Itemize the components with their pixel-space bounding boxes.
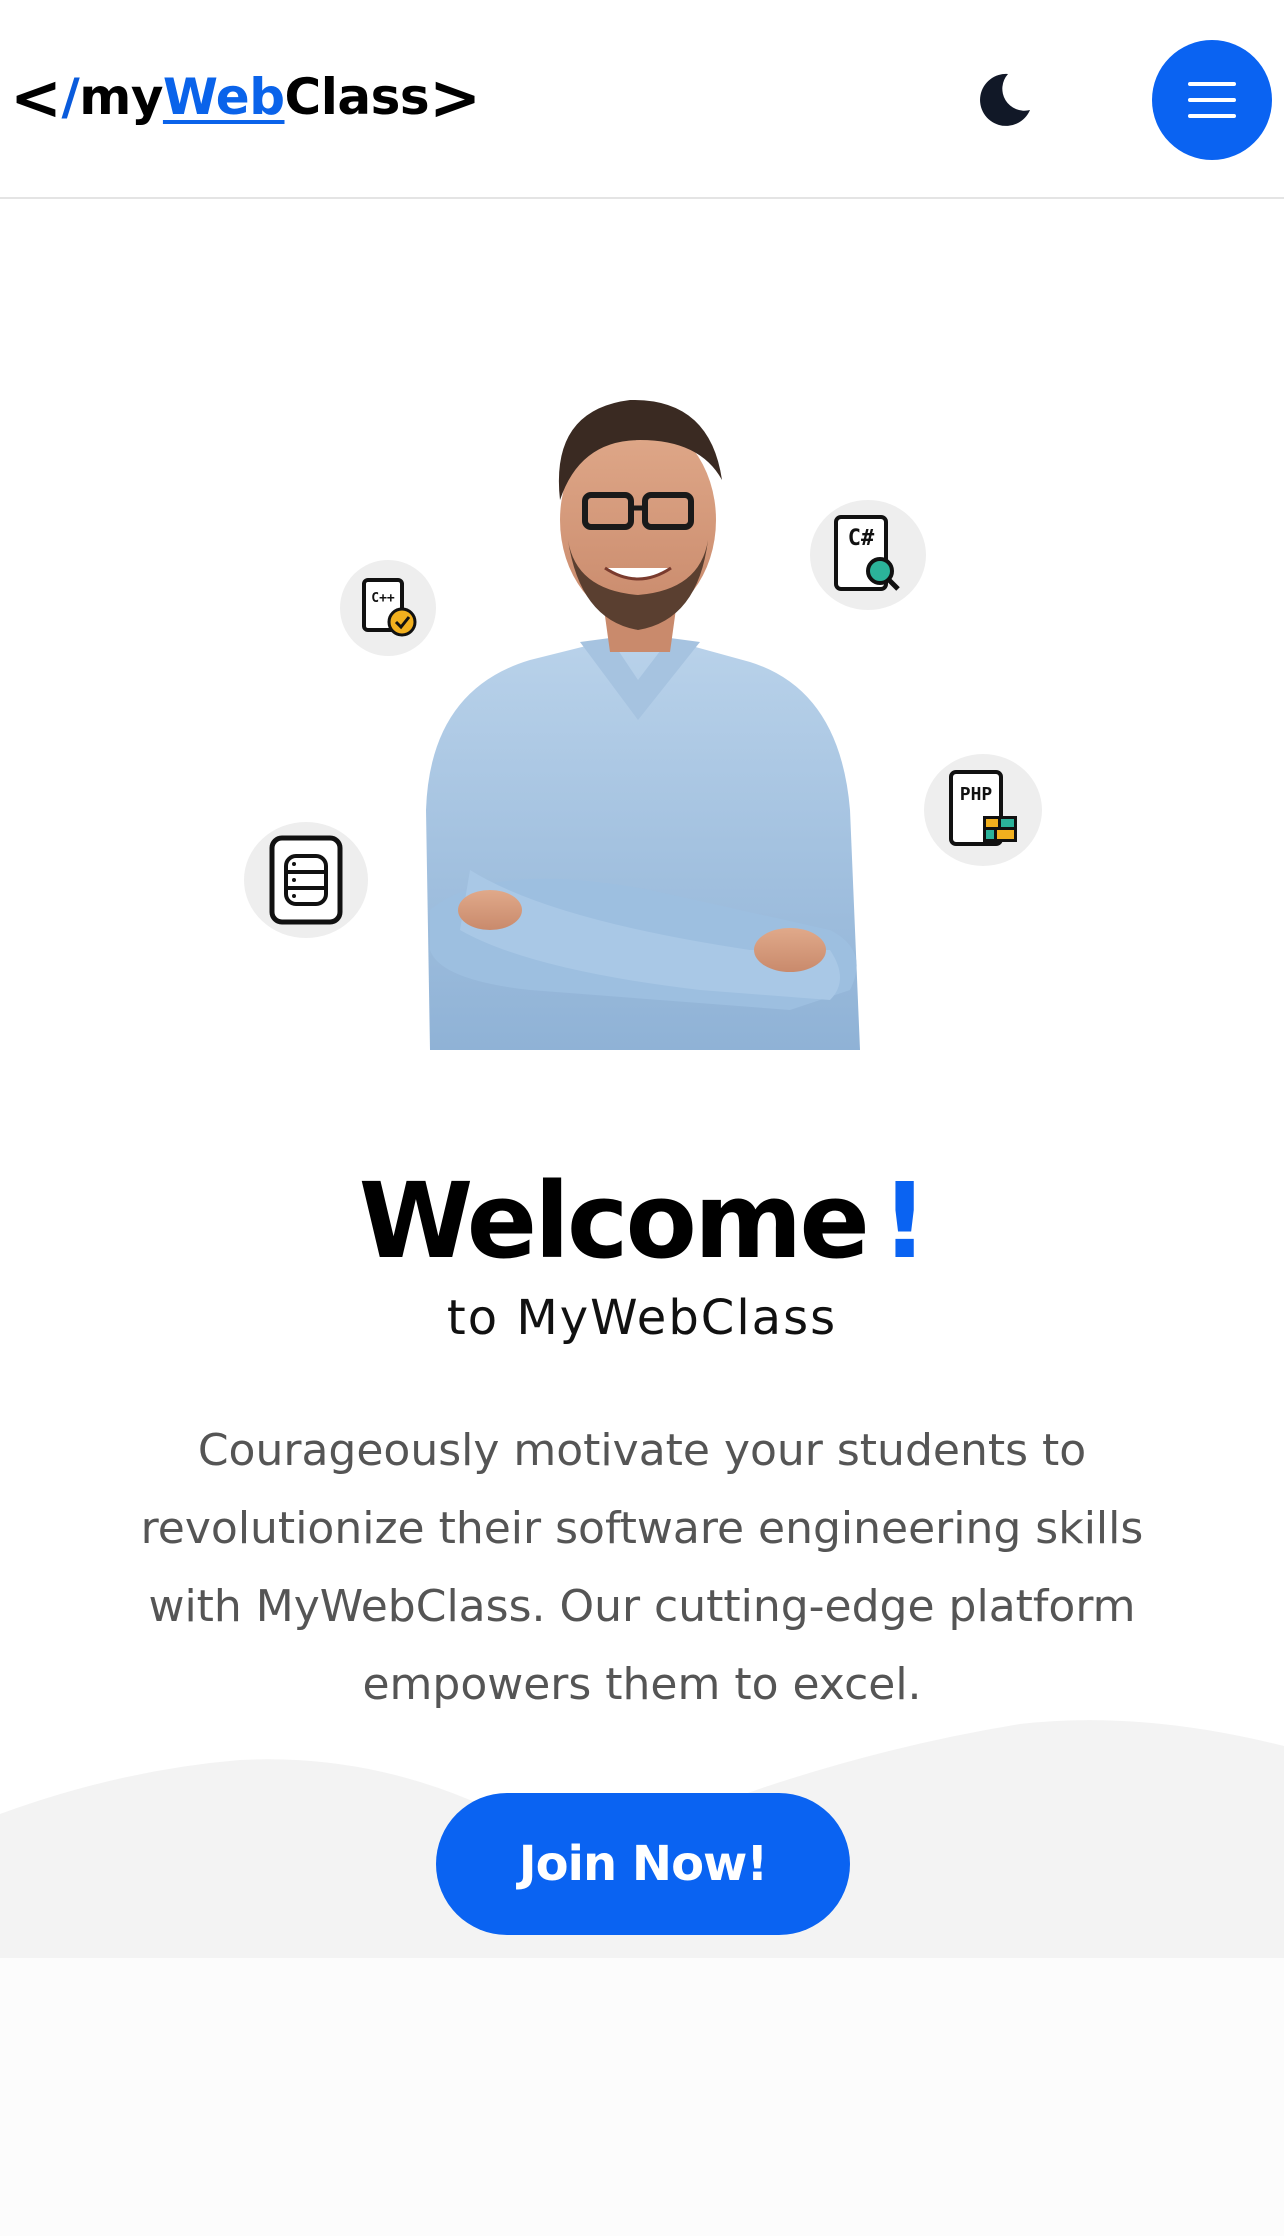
person-image [426, 399, 860, 1050]
cpp-badge: C++ [340, 560, 436, 656]
hamburger-menu-icon [1188, 82, 1236, 118]
welcome-heading: Welcome! [0, 1160, 1284, 1282]
php-badge: PHP [924, 754, 1042, 866]
cpp-file-check-icon: C++ [362, 578, 417, 637]
logo-web: Web [162, 68, 285, 126]
database-badge [244, 822, 368, 938]
menu-button[interactable] [1152, 40, 1272, 160]
logo-open-bracket: < [10, 60, 62, 134]
logo-close-bracket: > [429, 60, 481, 134]
welcome-exclamation: ! [880, 1160, 928, 1282]
database-icon [269, 835, 343, 925]
site-header: < / my Web Class > [0, 0, 1284, 199]
join-now-button[interactable]: Join Now! [436, 1793, 850, 1935]
next-section [0, 1958, 1284, 2236]
site-logo[interactable]: < / my Web Class > [10, 60, 481, 134]
welcome-text: Welcome [358, 1160, 870, 1282]
php-file-icon: PHP [949, 770, 1017, 846]
logo-my: my [79, 68, 163, 126]
csharp-file-search-icon: C# [834, 515, 900, 591]
logo-slash: / [61, 68, 80, 126]
hero-illustration: C++ C# PHP [230, 390, 1070, 1050]
logo-class: Class [284, 68, 430, 126]
hero-description: Courageously motivate your students to r… [140, 1425, 1144, 1710]
page: < / my Web Class > C++ C# PHP Welcome ! … [0, 0, 1284, 2236]
theme-toggle-button[interactable] [974, 70, 1034, 130]
cpp-label: C++ [371, 591, 395, 606]
php-label: PHP [960, 784, 993, 805]
welcome-subtitle: to MyWebClass [446, 1290, 838, 1346]
csharp-label: C# [848, 526, 875, 551]
csharp-badge: C# [810, 500, 926, 610]
moon-icon [980, 73, 1030, 126]
